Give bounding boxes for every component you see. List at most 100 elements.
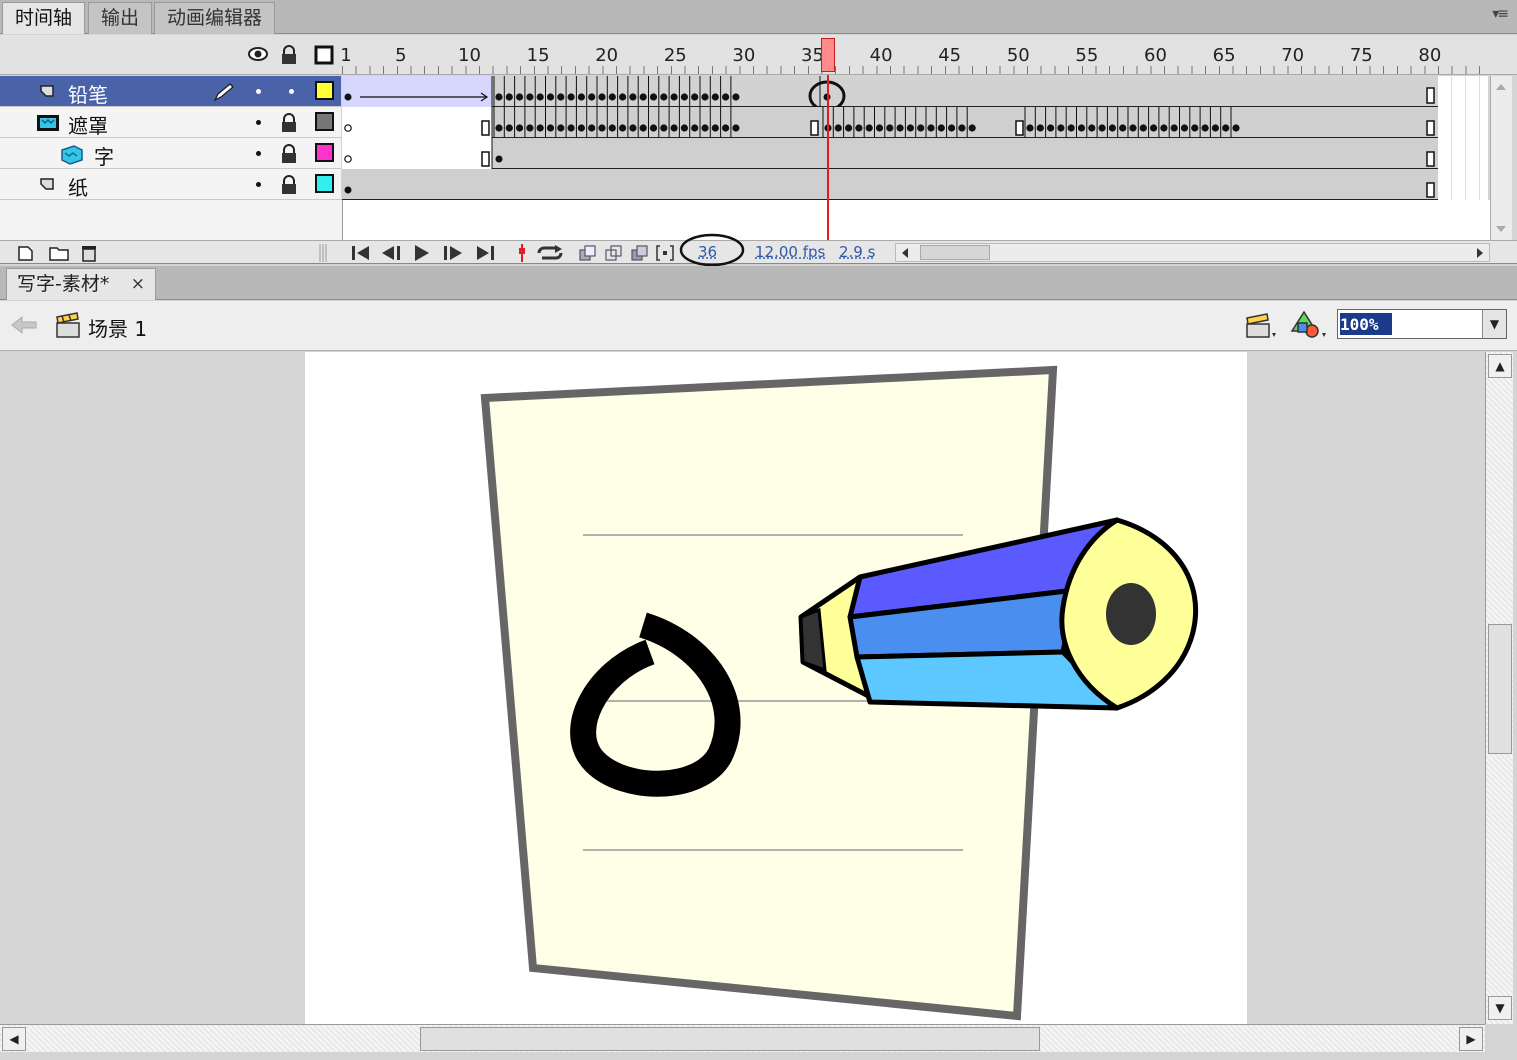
keyframe-dot[interactable] xyxy=(1222,124,1230,132)
keyframe-dot[interactable] xyxy=(1119,124,1127,132)
trash-icon[interactable] xyxy=(80,244,98,262)
keyframe-dot[interactable] xyxy=(834,124,842,132)
close-icon[interactable]: × xyxy=(131,269,145,299)
keyframe-dot[interactable] xyxy=(1201,124,1209,132)
keyframe-dot[interactable] xyxy=(711,93,719,101)
keyframe-dot[interactable] xyxy=(598,93,606,101)
layer-color-swatch[interactable] xyxy=(315,112,334,131)
layer-row-text[interactable]: 字 xyxy=(0,138,1517,169)
onion-skin-outlines-icon[interactable] xyxy=(604,244,624,262)
lock-toggle[interactable] xyxy=(289,89,294,94)
modify-onion-markers-icon[interactable] xyxy=(655,244,675,262)
keyframe-dot[interactable] xyxy=(505,93,513,101)
keyframe-dot[interactable] xyxy=(722,93,730,101)
keyframe-dot[interactable] xyxy=(1077,124,1086,132)
keyframe-dot[interactable] xyxy=(927,124,935,132)
zoom-input[interactable] xyxy=(1340,313,1480,335)
keyframe-dot[interactable] xyxy=(865,124,873,132)
keyframe-dot[interactable] xyxy=(598,124,606,132)
keyframe-dot[interactable] xyxy=(732,93,740,101)
keyframe-dot[interactable] xyxy=(526,124,534,132)
keyframe-dot[interactable] xyxy=(701,93,709,101)
keyframe-dot[interactable] xyxy=(691,124,699,132)
timeline-vertical-scrollbar[interactable] xyxy=(1490,76,1512,240)
scene-label[interactable]: 场景 1 xyxy=(88,313,147,342)
keyframe-dot[interactable] xyxy=(1150,124,1158,132)
zoom-dropdown[interactable]: ▼ xyxy=(1337,309,1507,339)
keyframe-dot[interactable] xyxy=(1170,124,1178,132)
scroll-thumb[interactable] xyxy=(1488,624,1512,754)
keyframe-dot[interactable] xyxy=(732,124,740,132)
layer-header[interactable]: 纸 xyxy=(0,169,341,200)
lock-icon[interactable] xyxy=(280,144,298,164)
keyframe-dot[interactable] xyxy=(1160,124,1168,132)
keyframe-dot[interactable] xyxy=(1211,124,1219,132)
layer-header[interactable]: 遮罩 xyxy=(0,107,341,138)
play-icon[interactable] xyxy=(412,244,432,262)
keyframe-dot[interactable] xyxy=(536,93,544,101)
center-frame-icon[interactable] xyxy=(516,244,528,262)
keyframe-dot[interactable] xyxy=(906,124,915,132)
keyframe-dot[interactable] xyxy=(1057,124,1065,132)
keyframe-dot[interactable] xyxy=(567,124,575,132)
keyframe-dot[interactable] xyxy=(516,93,524,101)
chevron-down-icon[interactable]: ▼ xyxy=(1482,310,1506,338)
keyframe-dot[interactable] xyxy=(670,93,678,101)
keyframe-dot[interactable] xyxy=(1180,124,1189,132)
layer-color-swatch[interactable] xyxy=(315,143,334,162)
keyframe-dot[interactable] xyxy=(660,93,668,101)
keyframe-dot[interactable] xyxy=(588,124,596,132)
keyframe-dot[interactable] xyxy=(1108,124,1116,132)
keyframe-dot[interactable] xyxy=(608,124,616,132)
stage-canvas[interactable] xyxy=(305,352,1247,1024)
loop-icon[interactable] xyxy=(535,244,565,262)
layer-frames[interactable] xyxy=(342,76,1438,112)
keyframe-dot[interactable] xyxy=(608,93,616,101)
document-tab[interactable]: 写字-素材* × xyxy=(6,268,156,300)
outline-icon[interactable] xyxy=(314,45,334,65)
layer-header[interactable]: 铅笔 xyxy=(0,76,341,107)
layer-row-mask[interactable]: 遮罩 xyxy=(0,107,1517,138)
keyframe-dot[interactable] xyxy=(948,124,956,132)
go-to-last-frame-icon[interactable] xyxy=(474,244,496,262)
keyframe-dot[interactable] xyxy=(660,124,668,132)
keyframe-dot[interactable] xyxy=(536,124,544,132)
keyframe-dot[interactable] xyxy=(917,124,925,132)
keyframe-dot[interactable] xyxy=(577,124,585,132)
edit-scene-icon[interactable] xyxy=(1244,311,1280,341)
keyframe-dot[interactable] xyxy=(680,124,688,132)
keyframe-dot[interactable] xyxy=(1191,124,1199,132)
edit-symbols-icon[interactable] xyxy=(1290,309,1330,341)
scroll-up-icon[interactable]: ▲ xyxy=(1488,354,1512,378)
keyframe-dot[interactable] xyxy=(639,93,647,101)
layer-header[interactable]: 字 xyxy=(0,138,341,169)
keyframe-dot[interactable] xyxy=(875,124,884,132)
keyframe-dot[interactable] xyxy=(619,93,627,101)
panel-resize-grip[interactable] xyxy=(318,244,328,262)
tab-timeline[interactable]: 时间轴 xyxy=(2,2,86,34)
keyframe-dot[interactable] xyxy=(629,93,637,101)
keyframe-dot[interactable] xyxy=(886,124,894,132)
keyframe-dot[interactable] xyxy=(577,93,585,101)
keyframe-dot[interactable] xyxy=(1047,124,1055,132)
keyframe-dot[interactable] xyxy=(1036,124,1044,132)
keyframe-dot[interactable] xyxy=(526,93,534,101)
go-to-first-frame-icon[interactable] xyxy=(350,244,372,262)
visibility-toggle[interactable] xyxy=(256,89,261,94)
scroll-left-icon[interactable]: ◀ xyxy=(2,1027,26,1051)
scroll-down-icon[interactable]: ▼ xyxy=(1488,996,1512,1020)
keyframe-dot[interactable] xyxy=(691,93,699,101)
layer-name[interactable]: 字 xyxy=(94,141,114,170)
keyframe-dot[interactable] xyxy=(516,124,524,132)
stage-horizontal-scrollbar[interactable]: ◀ ▶ xyxy=(0,1024,1485,1052)
keyframe-dot[interactable] xyxy=(670,124,678,132)
onion-skin-icon[interactable] xyxy=(578,244,598,262)
keyframe-dot[interactable] xyxy=(639,124,647,132)
keyframe-dot[interactable] xyxy=(619,124,627,132)
keyframe-dot[interactable] xyxy=(896,124,904,132)
keyframe-dot[interactable] xyxy=(629,124,637,132)
back-arrow-icon[interactable] xyxy=(10,315,38,335)
keyframe-dot[interactable] xyxy=(845,124,853,132)
visibility-toggle[interactable] xyxy=(256,120,261,125)
layer-frames[interactable] xyxy=(342,169,1438,200)
